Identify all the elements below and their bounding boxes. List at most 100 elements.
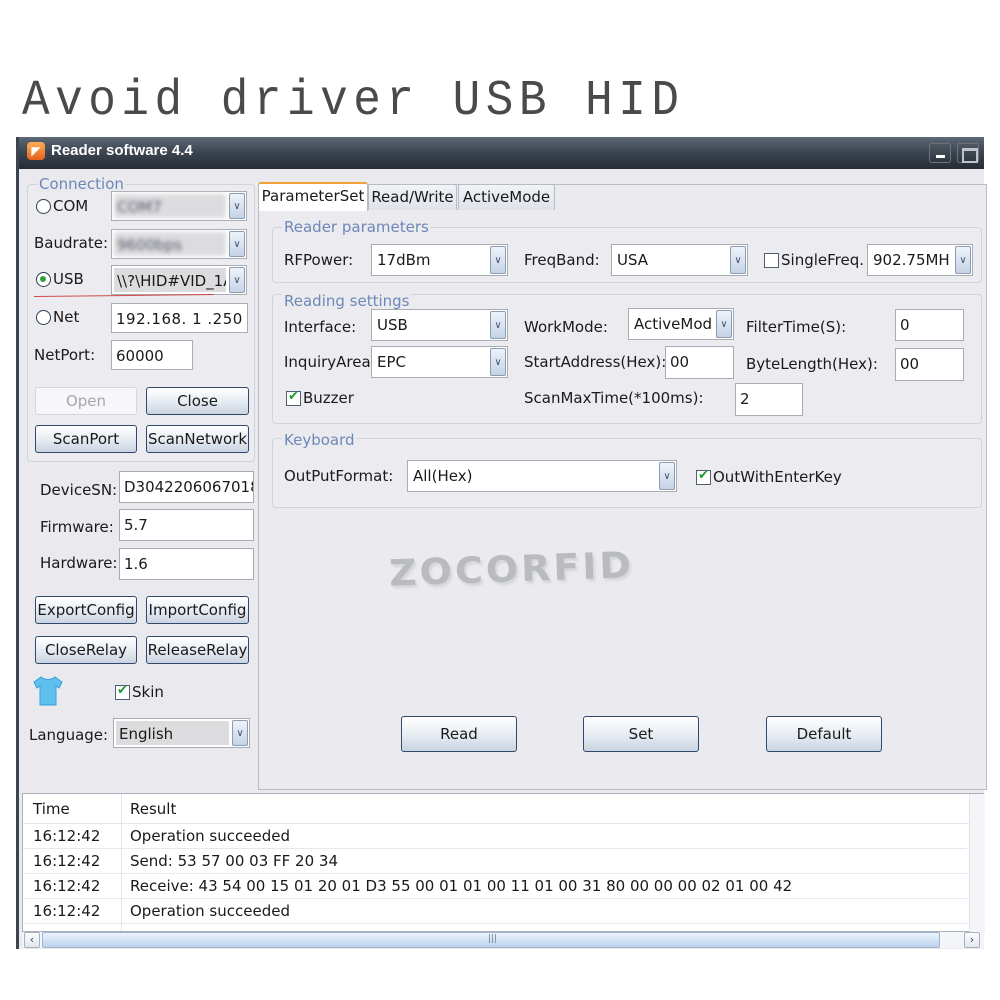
- tab-activemode[interactable]: ActiveMode: [458, 184, 555, 210]
- output-format-select[interactable]: All(Hex) ∨: [407, 460, 677, 492]
- tshirt-icon[interactable]: [31, 675, 65, 707]
- com-port-select[interactable]: COM7 ∨: [111, 191, 247, 221]
- tab-read-write[interactable]: Read/Write: [368, 184, 457, 210]
- release-relay-button[interactable]: ReleaseRelay: [146, 636, 249, 664]
- set-button[interactable]: Set: [583, 716, 699, 752]
- netport-label: NetPort:: [34, 346, 96, 364]
- out-with-enter-checkbox[interactable]: ✔: [696, 468, 711, 485]
- interface-label: Interface:: [284, 318, 357, 336]
- check-icon: ✔: [288, 389, 299, 404]
- filter-time-input[interactable]: 0: [895, 309, 964, 341]
- scan-max-time-input[interactable]: 2: [735, 383, 803, 416]
- start-address-input[interactable]: 00: [665, 346, 734, 379]
- column-header-result[interactable]: Result: [130, 800, 176, 818]
- freqband-value: USA: [617, 251, 649, 269]
- log-result: Operation succeeded: [130, 827, 290, 845]
- byte-length-input[interactable]: 00: [895, 348, 964, 381]
- chevron-down-icon[interactable]: ∨: [730, 246, 746, 274]
- single-freq-label: SingleFreq.: [781, 251, 865, 269]
- read-button[interactable]: Read: [401, 716, 517, 752]
- open-button[interactable]: Open: [35, 387, 137, 415]
- minimize-button[interactable]: [929, 143, 951, 163]
- net-radio[interactable]: [36, 310, 51, 325]
- output-format-value: All(Hex): [413, 467, 473, 485]
- tab-parameterset[interactable]: ParameterSet: [258, 182, 368, 211]
- language-label: Language:: [29, 726, 109, 744]
- output-format-label: OutPutFormat:: [284, 467, 394, 485]
- net-label: Net: [53, 308, 80, 326]
- vertical-scrollbar[interactable]: [969, 794, 985, 933]
- log-row[interactable]: 16:12:42 Send: 53 57 00 03 FF 20 34: [23, 849, 967, 874]
- title-bar: ◤ Reader software 4.4: [19, 137, 984, 169]
- horizontal-scrollbar[interactable]: ‹ ||| ›: [22, 932, 984, 948]
- netport-input[interactable]: 60000: [111, 340, 193, 370]
- firmware-label: Firmware:: [40, 518, 114, 536]
- chevron-down-icon[interactable]: ∨: [659, 462, 675, 490]
- import-config-button[interactable]: ImportConfig: [146, 596, 249, 624]
- chevron-down-icon[interactable]: ∨: [229, 267, 245, 293]
- column-header-time[interactable]: Time: [33, 800, 70, 818]
- chevron-down-icon[interactable]: ∨: [490, 348, 506, 376]
- freqband-select[interactable]: USA ∨: [611, 244, 748, 276]
- interface-select[interactable]: USB ∨: [371, 309, 508, 341]
- log-row[interactable]: 16:12:42 Operation succeeded: [23, 824, 967, 849]
- log-time: 16:12:42: [33, 827, 101, 845]
- reader-parameters-title: Reader parameters: [282, 218, 431, 236]
- single-freq-checkbox[interactable]: [764, 253, 779, 268]
- chevron-down-icon[interactable]: ∨: [490, 246, 506, 274]
- hardware-field: 1.6: [119, 548, 254, 580]
- com-label: COM: [53, 197, 89, 215]
- chevron-down-icon[interactable]: ∨: [229, 231, 245, 257]
- scan-port-button[interactable]: ScanPort: [35, 425, 137, 453]
- ip-address-input[interactable]: 192.168. 1 .250: [111, 303, 248, 333]
- log-row[interactable]: 16:12:42 Operation succeeded: [23, 899, 967, 924]
- com-port-value: COM7: [114, 194, 226, 218]
- log-row[interactable]: 16:12:42 Receive: 43 54 00 15 01 20 01 D…: [23, 874, 967, 899]
- chevron-down-icon[interactable]: ∨: [490, 311, 506, 339]
- chevron-down-icon[interactable]: ∨: [716, 310, 732, 338]
- maximize-button[interactable]: [957, 143, 979, 163]
- baudrate-value: 9600bps: [114, 232, 226, 256]
- chevron-down-icon[interactable]: ∨: [232, 720, 248, 746]
- buzzer-checkbox[interactable]: ✔: [286, 389, 301, 406]
- default-button[interactable]: Default: [766, 716, 882, 752]
- freqband-label: FreqBand:: [524, 251, 600, 269]
- hardware-label: Hardware:: [40, 554, 118, 572]
- close-button[interactable]: Close: [146, 387, 249, 415]
- skin-label: Skin: [132, 683, 164, 701]
- rfpower-select[interactable]: 17dBm ∨: [371, 244, 508, 276]
- workmode-value: ActiveMod: [634, 315, 713, 333]
- log-result: Operation succeeded: [130, 902, 290, 920]
- com-radio[interactable]: [36, 199, 51, 214]
- watermark-logo: ZOCORFID: [388, 543, 635, 595]
- connection-group-title: Connection: [37, 175, 126, 193]
- log-result: Receive: 43 54 00 15 01 20 01 D3 55 00 0…: [130, 877, 793, 895]
- workmode-select[interactable]: ActiveMod ∨: [628, 308, 734, 340]
- device-sn-label: DeviceSN:: [40, 481, 118, 499]
- scan-network-button[interactable]: ScanNetwork: [146, 425, 249, 453]
- scroll-thumb[interactable]: |||: [42, 932, 940, 948]
- export-config-button[interactable]: ExportConfig: [35, 596, 137, 624]
- check-icon: ✔: [698, 468, 709, 483]
- inquiry-area-select[interactable]: EPC ∨: [371, 346, 508, 378]
- out-with-enter-label: OutWithEnterKey: [713, 468, 842, 486]
- close-relay-button[interactable]: CloseRelay: [35, 636, 137, 664]
- log-result: Send: 53 57 00 03 FF 20 34: [130, 852, 338, 870]
- workmode-label: WorkMode:: [524, 318, 608, 336]
- inquiry-area-label: InquiryArea: [284, 353, 371, 371]
- rss-icon: ◤: [27, 142, 45, 160]
- single-freq-select[interactable]: 902.75MH ∨: [867, 244, 973, 276]
- byte-length-label: ByteLength(Hex):: [746, 355, 878, 373]
- scroll-left-icon[interactable]: ‹: [24, 932, 40, 948]
- skin-checkbox[interactable]: ✔: [115, 683, 130, 700]
- baudrate-select[interactable]: 9600bps ∨: [111, 229, 247, 259]
- chevron-down-icon[interactable]: ∨: [955, 246, 971, 274]
- scroll-right-icon[interactable]: ›: [964, 932, 980, 948]
- usb-radio[interactable]: [36, 272, 51, 287]
- chevron-down-icon[interactable]: ∨: [229, 193, 245, 219]
- language-select[interactable]: English ∨: [113, 718, 250, 748]
- buzzer-label: Buzzer: [303, 389, 354, 407]
- interface-value: USB: [377, 316, 408, 334]
- usb-device-select[interactable]: \\?\HID#VID_1A ∨: [111, 265, 247, 295]
- language-value: English: [116, 721, 229, 745]
